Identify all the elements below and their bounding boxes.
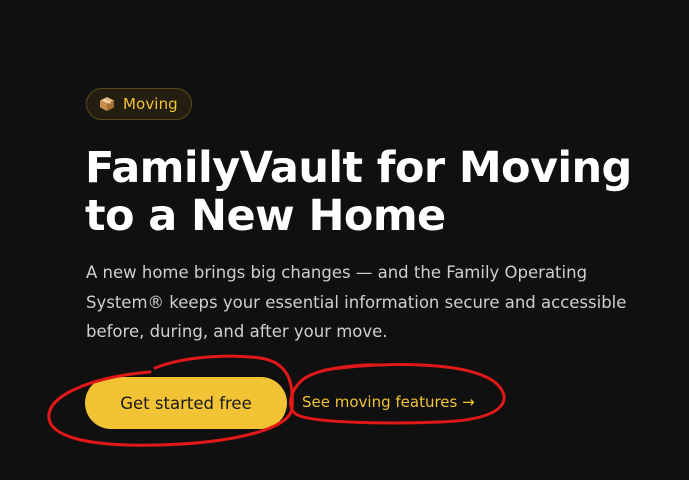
page-title: FamilyVault for Moving to a New Home — [85, 143, 632, 241]
badge-label: Moving — [123, 95, 178, 113]
package-box-icon — [99, 96, 115, 112]
hero-description: A new home brings big changes — and the … — [86, 263, 627, 341]
category-badge: Moving — [86, 88, 192, 120]
get-started-button[interactable]: Get started free — [85, 377, 287, 429]
see-moving-features-link[interactable]: See moving features → — [302, 393, 475, 411]
